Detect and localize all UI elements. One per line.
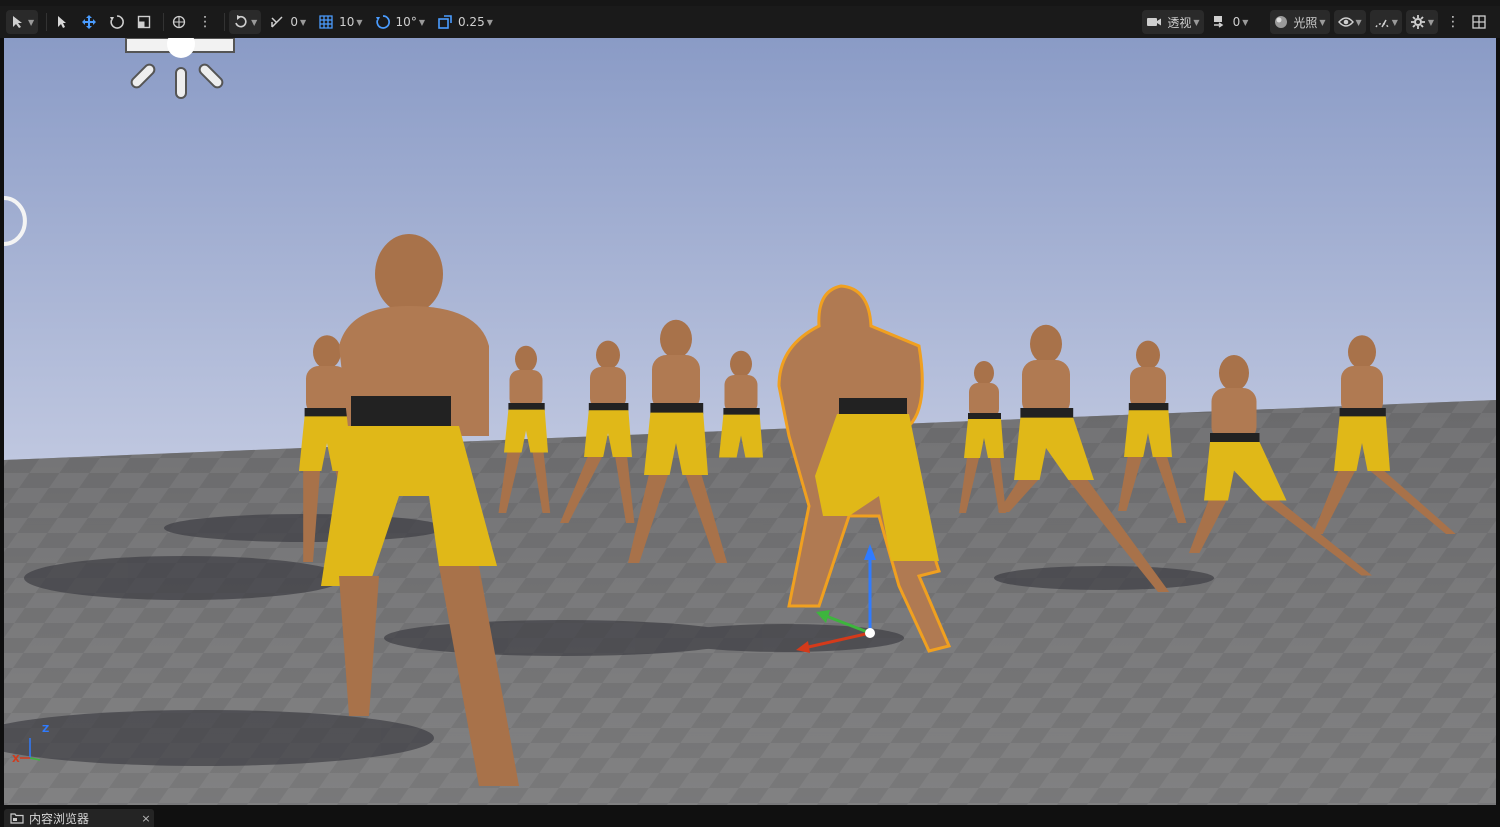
toolbar-divider bbox=[163, 13, 165, 31]
chevron-down-icon: ▼ bbox=[1427, 17, 1434, 27]
chevron-down-icon: ▼ bbox=[28, 17, 35, 27]
chevron-down-icon: ▼ bbox=[1319, 17, 1326, 27]
level-viewport[interactable]: Z X bbox=[4, 38, 1496, 805]
eye-icon bbox=[1337, 17, 1354, 27]
scale-snap-button[interactable]: 0.25 ▼ bbox=[433, 10, 497, 34]
more-options-button[interactable]: ⋮ bbox=[194, 10, 216, 34]
scale-snap-icon bbox=[438, 15, 452, 29]
translate-tool-button[interactable] bbox=[77, 10, 101, 34]
scale-tool-button[interactable] bbox=[133, 10, 155, 34]
lighting-sphere-icon bbox=[1275, 16, 1288, 28]
close-icon[interactable]: × bbox=[138, 812, 154, 825]
camera-speed-icon bbox=[1213, 16, 1223, 28]
select-mode-button[interactable]: ▼ bbox=[6, 10, 39, 34]
content-browser-icon bbox=[10, 813, 24, 824]
more-options-icon: ⋮ bbox=[1446, 14, 1460, 30]
translate-icon bbox=[82, 15, 97, 29]
camera-speed-value: 0 bbox=[1232, 15, 1241, 29]
chevron-down-icon: ▼ bbox=[1355, 17, 1362, 27]
scale-icon bbox=[137, 15, 151, 29]
surface-snap-button[interactable]: ▼ bbox=[229, 10, 262, 34]
tab-content-browser[interactable]: 内容浏览器 × bbox=[4, 809, 154, 827]
performance-button[interactable]: ▼ bbox=[1369, 10, 1402, 34]
chevron-down-icon: ▼ bbox=[1391, 17, 1398, 27]
chevron-down-icon: ▼ bbox=[418, 17, 425, 27]
layout-grid-icon bbox=[1472, 15, 1486, 29]
world-space-button[interactable] bbox=[168, 10, 190, 34]
scene-render bbox=[4, 38, 1496, 805]
scale-snap-value: 0.25 bbox=[457, 15, 485, 29]
rotate-tool-button[interactable] bbox=[105, 10, 129, 34]
viewport-layout-button[interactable] bbox=[1468, 10, 1490, 34]
axis-z-label: Z bbox=[42, 724, 50, 735]
chevron-down-icon: ▼ bbox=[486, 17, 493, 27]
rotation-snap-button[interactable]: 10° ▼ bbox=[371, 10, 429, 34]
viewport-options-button[interactable]: ⋮ bbox=[1442, 10, 1464, 34]
select-tool-button[interactable] bbox=[51, 10, 73, 34]
camera-icon bbox=[1147, 18, 1162, 26]
chevron-down-icon: ▼ bbox=[299, 17, 307, 27]
rotation-snap-icon bbox=[375, 15, 390, 29]
angle-snap-icon bbox=[271, 16, 283, 28]
performance-icon bbox=[1375, 19, 1389, 28]
show-flags-button[interactable]: ▼ bbox=[1333, 10, 1366, 34]
rotate-icon bbox=[110, 15, 125, 29]
rotation-snap-value: 10° bbox=[395, 15, 417, 29]
toolbar-divider bbox=[224, 13, 226, 31]
axis-x-label: X bbox=[12, 754, 20, 765]
tab-label: 内容浏览器 bbox=[29, 811, 90, 826]
select-arrow-icon bbox=[58, 16, 67, 28]
chevron-down-icon: ▼ bbox=[356, 17, 363, 27]
lighting-mode-button[interactable]: 光照 ▼ bbox=[1270, 10, 1330, 34]
angle-snap-value: 0 bbox=[290, 15, 298, 29]
chevron-down-icon: ▼ bbox=[251, 17, 258, 27]
angle-snap-button[interactable]: 0 ▼ bbox=[265, 10, 310, 34]
chevron-down-icon: ▼ bbox=[1193, 17, 1200, 27]
select-mode-icon bbox=[13, 16, 22, 28]
surface-snap-icon bbox=[235, 15, 247, 28]
lighting-label: 光照 bbox=[1293, 15, 1318, 30]
viewport-settings-button[interactable]: ▼ bbox=[1405, 10, 1438, 34]
bottom-dock: 内容浏览器 × bbox=[0, 805, 1500, 827]
chevron-down-icon: ▼ bbox=[1242, 17, 1249, 27]
world-space-icon bbox=[173, 15, 186, 29]
more-options-icon: ⋮ bbox=[198, 14, 213, 30]
grid-snap-icon bbox=[319, 15, 333, 29]
grid-snap-value: 10 bbox=[339, 15, 355, 29]
toolbar-divider bbox=[46, 13, 48, 31]
view-mode-button[interactable]: 透视 ▼ bbox=[1142, 10, 1204, 34]
camera-speed-button[interactable]: 0 ▼ bbox=[1208, 10, 1253, 34]
view-mode-label: 透视 bbox=[1167, 15, 1192, 30]
axis-indicator: Z X bbox=[10, 724, 50, 771]
gear-icon bbox=[1410, 15, 1425, 29]
grid-snap-button[interactable]: 10 ▼ bbox=[314, 10, 366, 34]
viewport-toolbar: ▼ ⋮ ▼ 0 ▼ 10 ▼ 10° ▼ 0.25 ▼ 透视 ▼ 0 ▼ 光照 … bbox=[0, 6, 1500, 38]
